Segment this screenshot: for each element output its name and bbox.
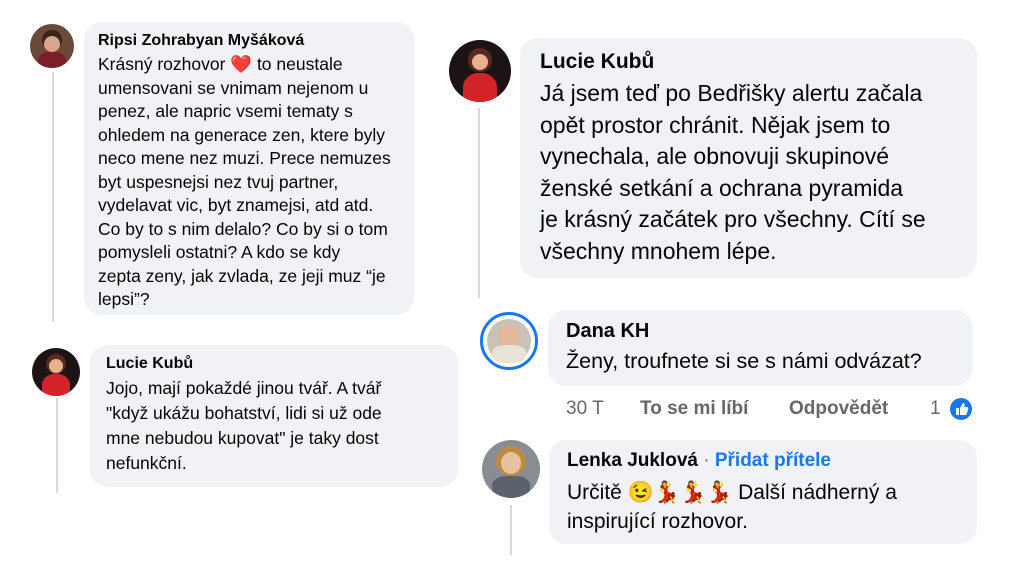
comment-bubble: Lenka Juklová · Přidat přítele Určitě 😉💃… — [549, 440, 977, 544]
comment-author[interactable]: Ripsi Zohrabyan Myšáková — [98, 32, 400, 50]
comment-bubble: Dana KH Ženy, troufnete si se s námi odv… — [548, 310, 973, 386]
comment-timestamp[interactable]: 30 T — [566, 398, 604, 420]
comment-text-part: Určitě — [567, 481, 628, 504]
comment-text: Určitě 😉💃💃💃 Další nádherný a inspirující… — [567, 478, 959, 536]
comment-bubble: Ripsi Zohrabyan Myšáková Krásný rozhovor… — [84, 22, 414, 315]
heart-emoji-icon: ❤️ — [230, 54, 253, 74]
thread-line — [52, 72, 54, 322]
thread-line — [510, 505, 512, 555]
comment-bubble: Lucie Kubů Já jsem teď po Bedřišky alert… — [520, 38, 977, 278]
dancer-emoji-icon: 😉💃💃💃 — [627, 481, 733, 504]
comment-text-part: to neustale umensovani se vnimam nejenom… — [98, 54, 391, 309]
avatar[interactable] — [482, 440, 540, 498]
separator-dot: · — [703, 450, 710, 471]
comment-bubble: Lucie Kubů Jojo, mají pokaždé jinou tvář… — [90, 345, 458, 487]
avatar[interactable] — [449, 40, 511, 102]
like-button[interactable]: To se mi líbí — [640, 398, 748, 420]
comment-author[interactable]: Lucie Kubů — [540, 50, 957, 74]
comment-text: Já jsem teď po Bedřišky alertu začala op… — [540, 80, 926, 264]
comment-text-part: Krásný rozhovor — [98, 54, 231, 74]
comment-text: Ženy, troufnete si se s námi odvázat? — [566, 349, 922, 373]
comment-author[interactable]: Lenka Juklová — [567, 450, 698, 471]
comment-header: Lenka Juklová · Přidat přítele — [567, 450, 959, 472]
like-reaction-icon — [948, 396, 974, 422]
thread-line — [478, 108, 480, 298]
thread-line — [56, 398, 58, 493]
comment-text: Krásný rozhovor ❤️ to neustale umensovan… — [98, 53, 400, 312]
avatar[interactable] — [32, 348, 80, 396]
comment-author[interactable]: Lucie Kubů — [106, 355, 442, 373]
avatar[interactable] — [30, 24, 74, 68]
comment-author[interactable]: Dana KH — [566, 320, 955, 343]
comment-text: Jojo, mají pokaždé jinou tvář. A tvář "k… — [106, 378, 382, 473]
reaction-count[interactable]: 1 — [930, 398, 941, 420]
avatar[interactable] — [480, 312, 538, 370]
add-friend-button[interactable]: Přidat přítele — [715, 450, 831, 471]
reply-button[interactable]: Odpovědět — [789, 398, 888, 420]
